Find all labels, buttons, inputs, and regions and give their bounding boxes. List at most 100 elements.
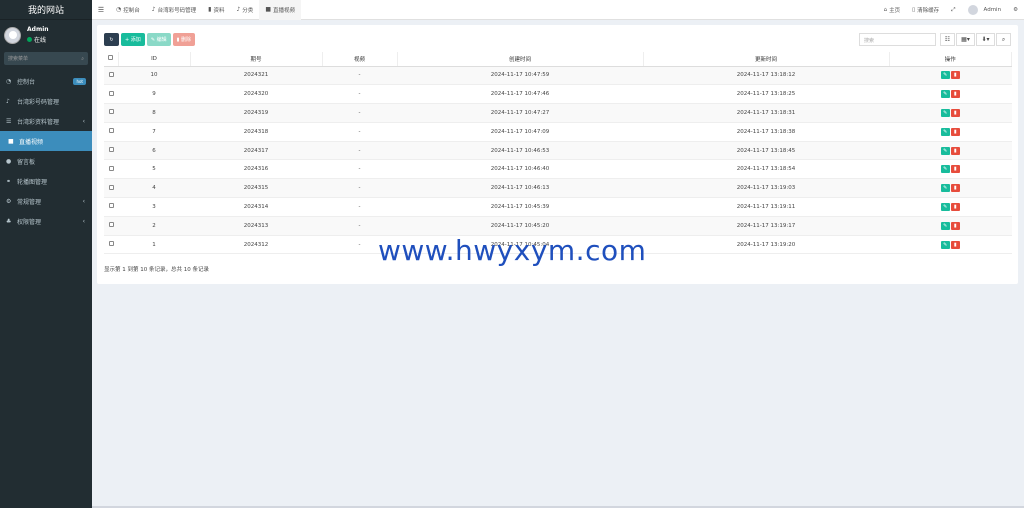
sidebar-item-general[interactable]: ⚙ 常规管理 ‹ (0, 191, 92, 211)
row-checkbox-cell[interactable] (104, 235, 118, 255)
sidebar-item-tw-number[interactable]: ♪ 台湾彩号码管理 (0, 91, 92, 111)
cell-id: 8 (118, 103, 190, 123)
tab-label: 分类 (242, 7, 254, 14)
row-edit-icon[interactable]: ✎ (940, 90, 950, 99)
row-checkbox[interactable] (108, 71, 114, 77)
row-checkbox-cell[interactable] (104, 66, 118, 86)
row-checkbox-cell[interactable] (104, 216, 118, 236)
row-delete-icon[interactable]: ▮ (950, 221, 960, 230)
add-button[interactable]: + 添加 (121, 33, 145, 46)
cell-actions: ✎ ▮ (889, 103, 1012, 123)
home-link[interactable]: ⌂ 主页 (878, 0, 907, 20)
table-row[interactable]: 10 2024321-2024-11-17 10:47:59 2024-11-17 … (104, 66, 1012, 86)
delete-button[interactable]: ▮ 删除 (172, 33, 195, 46)
cell-actions: ✎ ▮ (889, 84, 1012, 105)
sidebar-item-label: 控制台 (17, 78, 36, 86)
row-edit-icon[interactable]: ✎ (940, 127, 950, 136)
row-checkbox[interactable] (108, 109, 114, 115)
col-header-video[interactable]: 视频 (322, 52, 398, 67)
select-all-checkbox[interactable] (108, 55, 114, 61)
tab-category[interactable]: ♪ 分类 (230, 0, 259, 20)
sidebar-item-permissions[interactable]: ♣ 权限管理 ‹ (0, 211, 92, 231)
row-checkbox[interactable] (108, 165, 114, 171)
trash-icon: ▮ (176, 36, 180, 43)
sidebar-item-live-video[interactable]: ■ 直播视频 (0, 131, 92, 151)
cell-created: 2024-11-17 10:46:40 (397, 159, 643, 180)
search-icon[interactable]: ⌕ (81, 56, 84, 62)
row-checkbox-cell[interactable] (104, 141, 118, 161)
row-delete-icon[interactable]: ▮ (950, 165, 960, 174)
row-checkbox[interactable] (108, 90, 114, 96)
col-header-updated[interactable]: 更新时间 (643, 52, 890, 67)
menu-toggle-icon[interactable]: ☰ (92, 6, 110, 14)
row-checkbox[interactable] (108, 147, 114, 153)
sidebar-item-tw-data[interactable]: ☰ 台湾彩资料管理 ‹ (0, 111, 92, 131)
table-row[interactable]: 6 2024317-2024-11-17 10:46:53 2024-11-17 1… (104, 141, 1012, 161)
row-edit-icon[interactable]: ✎ (940, 221, 950, 230)
user-menu[interactable]: Admin (962, 0, 1008, 20)
cell-video: - (322, 122, 397, 142)
table-row[interactable]: 8 2024319-2024-11-17 10:47:27 2024-11-17 1… (104, 103, 1012, 123)
settings-gear-icon[interactable]: ⚙ (1007, 0, 1024, 20)
row-checkbox[interactable] (108, 203, 114, 209)
sidebar-item-dashboard[interactable]: ◔ 控制台 hot (0, 71, 92, 91)
select-all-checkbox-cell[interactable] (104, 52, 119, 67)
row-edit-icon[interactable]: ✎ (940, 71, 950, 80)
card-view-icon[interactable]: ☷ (940, 33, 955, 46)
row-delete-icon[interactable]: ▮ (950, 184, 960, 193)
dashboard-icon: ◔ (116, 6, 122, 13)
table-row[interactable]: 4 2024315-2024-11-17 10:46:13 2024-11-17 1… (104, 178, 1012, 199)
fullscreen-icon[interactable]: ⤢ (945, 0, 961, 20)
row-checkbox[interactable] (108, 184, 114, 190)
row-checkbox-cell[interactable] (104, 178, 118, 199)
tab-tw-number[interactable]: ♪ 台湾彩号码管理 (146, 0, 202, 20)
row-checkbox-cell[interactable] (104, 84, 118, 105)
row-edit-icon[interactable]: ✎ (940, 146, 950, 155)
row-edit-icon[interactable]: ✎ (940, 184, 950, 193)
row-checkbox[interactable] (108, 241, 114, 247)
sidebar-search[interactable]: 搜索菜单 ⌕ (4, 52, 88, 65)
row-delete-icon[interactable]: ▮ (950, 202, 960, 211)
row-delete-icon[interactable]: ▮ (950, 127, 960, 136)
row-delete-icon[interactable]: ▮ (950, 71, 960, 80)
row-edit-icon[interactable]: ✎ (940, 202, 950, 211)
columns-toggle-icon[interactable]: ▦▾ (956, 33, 975, 46)
table-row[interactable]: 7 2024318-2024-11-17 10:47:09 2024-11-17 1… (104, 122, 1012, 142)
site-logo[interactable]: 我的网站 (0, 0, 92, 20)
table-search-input[interactable]: 搜索 (859, 33, 936, 46)
col-header-id[interactable]: ID (118, 52, 191, 67)
cogs-icon: ⚙ (6, 197, 12, 205)
row-delete-icon[interactable]: ▮ (950, 90, 960, 99)
row-delete-icon[interactable]: ▮ (950, 240, 960, 249)
row-edit-icon[interactable]: ✎ (940, 108, 950, 117)
refresh-icon: ↻ (109, 36, 114, 43)
cell-actions: ✎ ▮ (889, 216, 1012, 236)
row-checkbox[interactable] (108, 222, 114, 228)
sidebar-item-carousel[interactable]: ⚭ 轮播图管理 (0, 171, 92, 191)
table-row[interactable]: 9 2024320-2024-11-17 10:47:46 2024-11-17 1… (104, 84, 1012, 105)
tab-live-video[interactable]: ■ 直播视频 (259, 0, 301, 20)
row-edit-icon[interactable]: ✎ (940, 165, 950, 174)
row-delete-icon[interactable]: ▮ (950, 108, 960, 117)
table-row[interactable]: 2 2024313-2024-11-17 10:45:20 2024-11-17 1… (104, 216, 1012, 236)
row-edit-icon[interactable]: ✎ (940, 240, 950, 249)
comment-icon: ● (6, 157, 12, 165)
clear-cache-button[interactable]: ▯ 清除缓存 (906, 0, 945, 20)
table-row[interactable]: 3 2024314-2024-11-17 10:45:39 2024-11-17 1… (104, 197, 1012, 217)
row-checkbox[interactable] (108, 128, 114, 134)
row-delete-icon[interactable]: ▮ (950, 146, 960, 155)
edit-button[interactable]: ✎ 编辑 (146, 33, 171, 46)
col-header-issue[interactable]: 期号 (190, 52, 323, 67)
tab-dashboard[interactable]: ◔ 控制台 (110, 0, 146, 20)
row-checkbox-cell[interactable] (104, 103, 118, 123)
row-checkbox-cell[interactable] (104, 122, 118, 142)
export-icon[interactable]: ⬇▾ (976, 33, 995, 46)
refresh-button[interactable]: ↻ (104, 33, 119, 46)
tab-materials[interactable]: ▮ 资料 (202, 0, 230, 20)
search-icon[interactable]: ⌕ (996, 33, 1011, 46)
table-row[interactable]: 5 2024316-2024-11-17 10:46:40 2024-11-17 1… (104, 159, 1012, 180)
row-checkbox-cell[interactable] (104, 197, 118, 217)
col-header-created[interactable]: 创建时间 (397, 52, 644, 67)
sidebar-item-message-board[interactable]: ● 留言板 (0, 151, 92, 171)
row-checkbox-cell[interactable] (104, 159, 118, 180)
